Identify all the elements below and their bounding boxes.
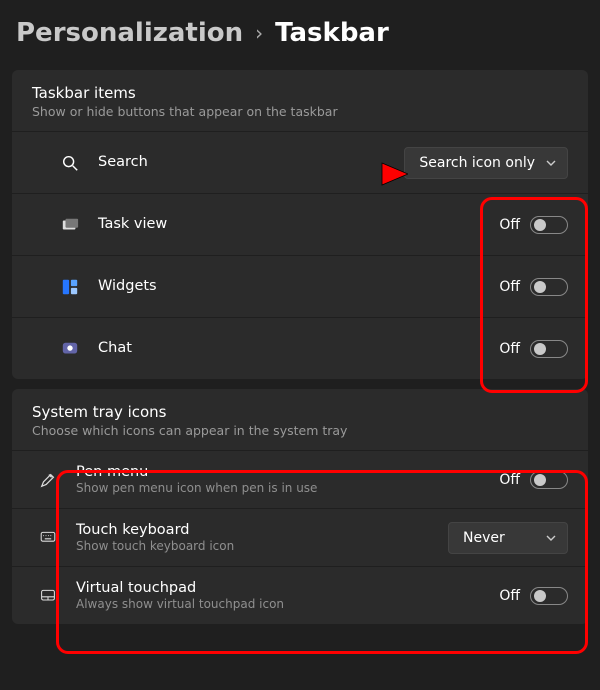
chevron-down-icon	[545, 532, 557, 544]
toggle-state: Off	[499, 341, 520, 357]
section-title: System tray icons	[32, 403, 568, 421]
touchpad-icon	[38, 586, 58, 606]
system-tray-card: System tray icons Choose which icons can…	[12, 389, 588, 624]
toggle-state: Off	[499, 217, 520, 233]
toggle-state: Off	[499, 588, 520, 604]
toggle-switch	[530, 340, 568, 358]
row-sublabel: Show touch keyboard icon	[76, 539, 448, 554]
taskbar-items-card: Taskbar items Show or hide buttons that …	[12, 70, 588, 379]
row-label: Task view	[98, 215, 499, 233]
row-chat: Chat Off	[12, 317, 588, 379]
row-label: Virtual touchpad	[76, 579, 499, 597]
row-label: Chat	[98, 339, 499, 357]
search-icon	[60, 153, 80, 173]
dropdown-value: Search icon only	[419, 155, 535, 171]
chevron-right-icon: ›	[255, 21, 263, 45]
row-widgets: Widgets Off	[12, 255, 588, 317]
touchpad-toggle[interactable]: Off	[499, 587, 568, 605]
keyboard-icon	[38, 528, 58, 548]
row-label: Touch keyboard	[76, 521, 448, 539]
taskview-icon	[60, 215, 80, 235]
pen-icon	[38, 470, 58, 490]
row-virtual-touchpad: Virtual touchpad Always show virtual tou…	[12, 566, 588, 624]
row-label: Pen menu	[76, 463, 499, 481]
row-search: Search Search icon only	[12, 131, 588, 193]
taskbar-items-header: Taskbar items Show or hide buttons that …	[12, 70, 588, 131]
toggle-switch	[530, 278, 568, 296]
row-label: Search	[98, 153, 404, 171]
chat-toggle[interactable]: Off	[499, 340, 568, 358]
section-subtitle: Choose which icons can appear in the sys…	[32, 423, 568, 438]
search-mode-dropdown[interactable]: Search icon only	[404, 147, 568, 179]
row-sublabel: Show pen menu icon when pen is in use	[76, 481, 499, 496]
breadcrumb: Personalization › Taskbar	[0, 0, 600, 60]
section-title: Taskbar items	[32, 84, 568, 102]
pen-toggle[interactable]: Off	[499, 471, 568, 489]
row-taskview: Task view Off	[12, 193, 588, 255]
row-pen-menu: Pen menu Show pen menu icon when pen is …	[12, 450, 588, 508]
breadcrumb-current: Taskbar	[275, 18, 389, 48]
row-label: Widgets	[98, 277, 499, 295]
toggle-state: Off	[499, 472, 520, 488]
touch-keyboard-dropdown[interactable]: Never	[448, 522, 568, 554]
toggle-switch	[530, 587, 568, 605]
toggle-switch	[530, 216, 568, 234]
section-subtitle: Show or hide buttons that appear on the …	[32, 104, 568, 119]
widgets-icon	[60, 277, 80, 297]
toggle-state: Off	[499, 279, 520, 295]
system-tray-header: System tray icons Choose which icons can…	[12, 389, 588, 450]
breadcrumb-parent[interactable]: Personalization	[16, 18, 243, 48]
chat-icon	[60, 339, 80, 359]
row-sublabel: Always show virtual touchpad icon	[76, 597, 499, 612]
dropdown-value: Never	[463, 530, 505, 546]
chevron-down-icon	[545, 157, 557, 169]
row-touch-keyboard: Touch keyboard Show touch keyboard icon …	[12, 508, 588, 566]
toggle-switch	[530, 471, 568, 489]
widgets-toggle[interactable]: Off	[499, 278, 568, 296]
taskview-toggle[interactable]: Off	[499, 216, 568, 234]
